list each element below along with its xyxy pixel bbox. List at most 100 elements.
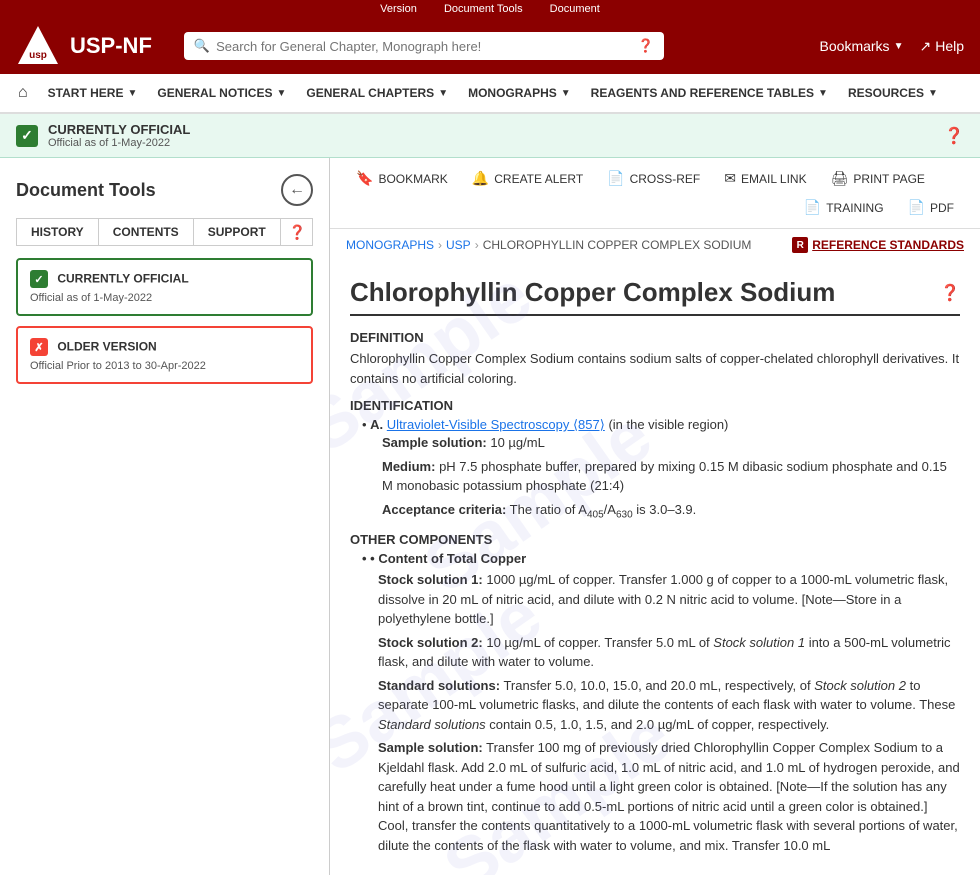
status-label: CURRENTLY OFFICIAL bbox=[48, 122, 190, 137]
medium-row: Medium: pH 7.5 phosphate buffer, prepare… bbox=[382, 457, 960, 496]
general-chapters-chevron: ▼ bbox=[438, 88, 448, 99]
definition-body: Chlorophyllin Copper Complex Sodium cont… bbox=[350, 349, 960, 388]
content-area: 🔖 BOOKMARK 🔔 CREATE ALERT 📄 CROSS-REF ✉ … bbox=[330, 158, 980, 875]
acceptance-label: Acceptance criteria: bbox=[382, 502, 506, 517]
other-components-heading: OTHER COMPONENTS bbox=[350, 532, 960, 547]
definition-heading: DEFINITION bbox=[350, 330, 960, 345]
reagents-chevron: ▼ bbox=[818, 88, 828, 99]
older-version-date: Official Prior to 2013 to 30-Apr-2022 bbox=[30, 360, 299, 372]
back-button[interactable]: ← bbox=[281, 174, 313, 206]
sample-solution-copper-label: Sample solution: bbox=[378, 740, 483, 755]
sample-solution-row: Sample solution: 10 µg/mL bbox=[382, 433, 960, 453]
nav-reagents[interactable]: REAGENTS AND REFERENCE TABLES ▼ bbox=[581, 76, 838, 110]
breadcrumb-monographs[interactable]: MONOGRAPHS bbox=[346, 238, 434, 252]
document-tools-link[interactable]: Document Tools bbox=[444, 3, 523, 15]
pdf-icon: 📄 bbox=[908, 199, 925, 216]
identification-heading: IDENTIFICATION bbox=[350, 398, 960, 413]
nav-general-notices[interactable]: GENERAL NOTICES ▼ bbox=[147, 76, 296, 110]
print-icon: 🖨 bbox=[831, 170, 849, 187]
external-link-icon: ↗ bbox=[919, 38, 931, 55]
stock-solution-2-label: Stock solution 2: bbox=[378, 635, 483, 650]
status-help-icon[interactable]: ❓ bbox=[944, 126, 964, 146]
older-version-card: ✗ OLDER VERSION Official Prior to 2013 t… bbox=[16, 326, 313, 384]
nav-monographs[interactable]: MONOGRAPHS ▼ bbox=[458, 76, 581, 110]
header: usp USP-NF 🔍 ❓ Bookmarks ▼ ↗ Help bbox=[0, 18, 980, 74]
current-version-title: ✓ CURRENTLY OFFICIAL bbox=[30, 270, 299, 288]
document-link[interactable]: Document bbox=[550, 3, 600, 15]
nav-home[interactable]: ⌂ bbox=[8, 74, 38, 112]
search-help-icon[interactable]: ❓ bbox=[638, 38, 654, 54]
nav-start-here[interactable]: START HERE ▼ bbox=[38, 76, 148, 110]
spectroscopy-link[interactable]: Ultraviolet-Visible Spectroscopy ⟨857⟩ bbox=[387, 417, 605, 432]
bookmark-button[interactable]: 🔖 BOOKMARK bbox=[346, 166, 458, 191]
tab-contents[interactable]: CONTENTS bbox=[99, 219, 194, 245]
usp-logo: usp bbox=[16, 24, 60, 68]
sidebar-tabs-help-icon[interactable]: ❓ bbox=[281, 220, 314, 245]
current-version-card: ✓ CURRENTLY OFFICIAL Official as of 1-Ma… bbox=[16, 258, 313, 316]
sidebar-title: Document Tools bbox=[16, 180, 156, 201]
resources-chevron: ▼ bbox=[928, 88, 938, 99]
reference-standards-label: REFERENCE STANDARDS bbox=[812, 238, 964, 252]
navbar: ⌂ START HERE ▼ GENERAL NOTICES ▼ GENERAL… bbox=[0, 74, 980, 114]
breadcrumb: MONOGRAPHS › USP › CHLOROPHYLLIN COPPER … bbox=[330, 229, 980, 261]
sidebar-tabs: HISTORY CONTENTS SUPPORT ❓ bbox=[16, 218, 313, 246]
reference-standards-link[interactable]: R REFERENCE STANDARDS bbox=[792, 237, 964, 253]
breadcrumb-sep-1: › bbox=[438, 238, 442, 252]
bookmarks-chevron-icon: ▼ bbox=[894, 41, 904, 52]
doc-title-help-icon[interactable]: ❓ bbox=[940, 283, 960, 303]
create-alert-button[interactable]: 🔔 CREATE ALERT bbox=[462, 166, 593, 191]
sample-solution-copper-text: Transfer 100 mg of previously dried Chlo… bbox=[378, 740, 960, 853]
training-button[interactable]: 📄 TRAINING bbox=[794, 195, 894, 220]
bullet-a-after-link: (in the visible region) bbox=[608, 417, 728, 432]
help-button[interactable]: ↗ Help bbox=[919, 38, 964, 55]
version-link[interactable]: Version bbox=[380, 3, 417, 15]
nav-resources[interactable]: RESOURCES ▼ bbox=[838, 76, 948, 110]
stock-solution-1-label: Stock solution 1: bbox=[378, 572, 483, 587]
print-page-label: PRINT PAGE bbox=[853, 172, 925, 186]
sample-solution-value: 10 µg/mL bbox=[490, 435, 544, 450]
bookmarks-button[interactable]: Bookmarks ▼ bbox=[820, 38, 904, 54]
status-date: Official as of 1-May-2022 bbox=[48, 137, 190, 149]
create-alert-label: CREATE ALERT bbox=[494, 172, 583, 186]
nav-general-chapters[interactable]: GENERAL CHAPTERS ▼ bbox=[296, 76, 458, 110]
search-input[interactable] bbox=[216, 39, 632, 54]
stock-solution-2-row: Stock solution 2: 10 µg/mL of copper. Tr… bbox=[378, 633, 960, 672]
print-page-button[interactable]: 🖨 PRINT PAGE bbox=[821, 166, 935, 191]
help-label: Help bbox=[935, 38, 964, 54]
start-here-chevron: ▼ bbox=[127, 88, 137, 99]
cross-ref-label: CROSS-REF bbox=[630, 172, 701, 186]
standard-solutions-row: Standard solutions: Transfer 5.0, 10.0, … bbox=[378, 676, 960, 735]
cross-ref-icon: 📄 bbox=[607, 170, 624, 187]
general-notices-chevron: ▼ bbox=[276, 88, 286, 99]
sidebar: Document Tools ← HISTORY CONTENTS SUPPOR… bbox=[0, 158, 330, 875]
header-right: Bookmarks ▼ ↗ Help bbox=[820, 38, 964, 55]
email-link-label: EMAIL LINK bbox=[741, 172, 807, 186]
breadcrumb-usp[interactable]: USP bbox=[446, 238, 471, 252]
stock-solution-1-row: Stock solution 1: 1000 µg/mL of copper. … bbox=[378, 570, 960, 629]
identification-bullet-a: A. Ultraviolet-Visible Spectroscopy ⟨857… bbox=[362, 417, 960, 522]
sample-solution-copper-row: Sample solution: Transfer 100 mg of prev… bbox=[378, 738, 960, 855]
pdf-button[interactable]: 📄 PDF bbox=[898, 195, 964, 220]
svg-text:usp: usp bbox=[29, 50, 47, 61]
breadcrumb-current: CHLOROPHYLLIN COPPER COMPLEX SODIUM bbox=[483, 238, 752, 252]
sample-solution-label: Sample solution: bbox=[382, 435, 487, 450]
tab-support[interactable]: SUPPORT bbox=[194, 219, 281, 245]
bookmark-label: BOOKMARK bbox=[378, 172, 447, 186]
doc-content: Sample Sample Sample Sample Chlorophylli… bbox=[330, 261, 980, 875]
medium-value: pH 7.5 phosphate buffer, prepared by mix… bbox=[382, 459, 947, 494]
tab-history[interactable]: HISTORY bbox=[17, 219, 99, 245]
acceptance-row: Acceptance criteria: The ratio of A405/A… bbox=[382, 500, 960, 523]
search-bar[interactable]: 🔍 ❓ bbox=[184, 32, 664, 60]
alert-bell-icon: 🔔 bbox=[472, 170, 489, 187]
cross-ref-button[interactable]: 📄 CROSS-REF bbox=[597, 166, 710, 191]
main-layout: Document Tools ← HISTORY CONTENTS SUPPOR… bbox=[0, 158, 980, 875]
current-version-date: Official as of 1-May-2022 bbox=[30, 292, 299, 304]
site-title: USP-NF bbox=[70, 33, 152, 59]
doc-toolbar: 🔖 BOOKMARK 🔔 CREATE ALERT 📄 CROSS-REF ✉ … bbox=[330, 158, 980, 229]
training-icon: 📄 bbox=[804, 199, 821, 216]
bullet-a-label: A. bbox=[370, 417, 383, 432]
top-links-bar: Version Document Tools Document bbox=[0, 0, 980, 18]
ref-standards-icon: R bbox=[792, 237, 808, 253]
bookmarks-label: Bookmarks bbox=[820, 38, 890, 54]
email-link-button[interactable]: ✉ EMAIL LINK bbox=[714, 166, 816, 191]
